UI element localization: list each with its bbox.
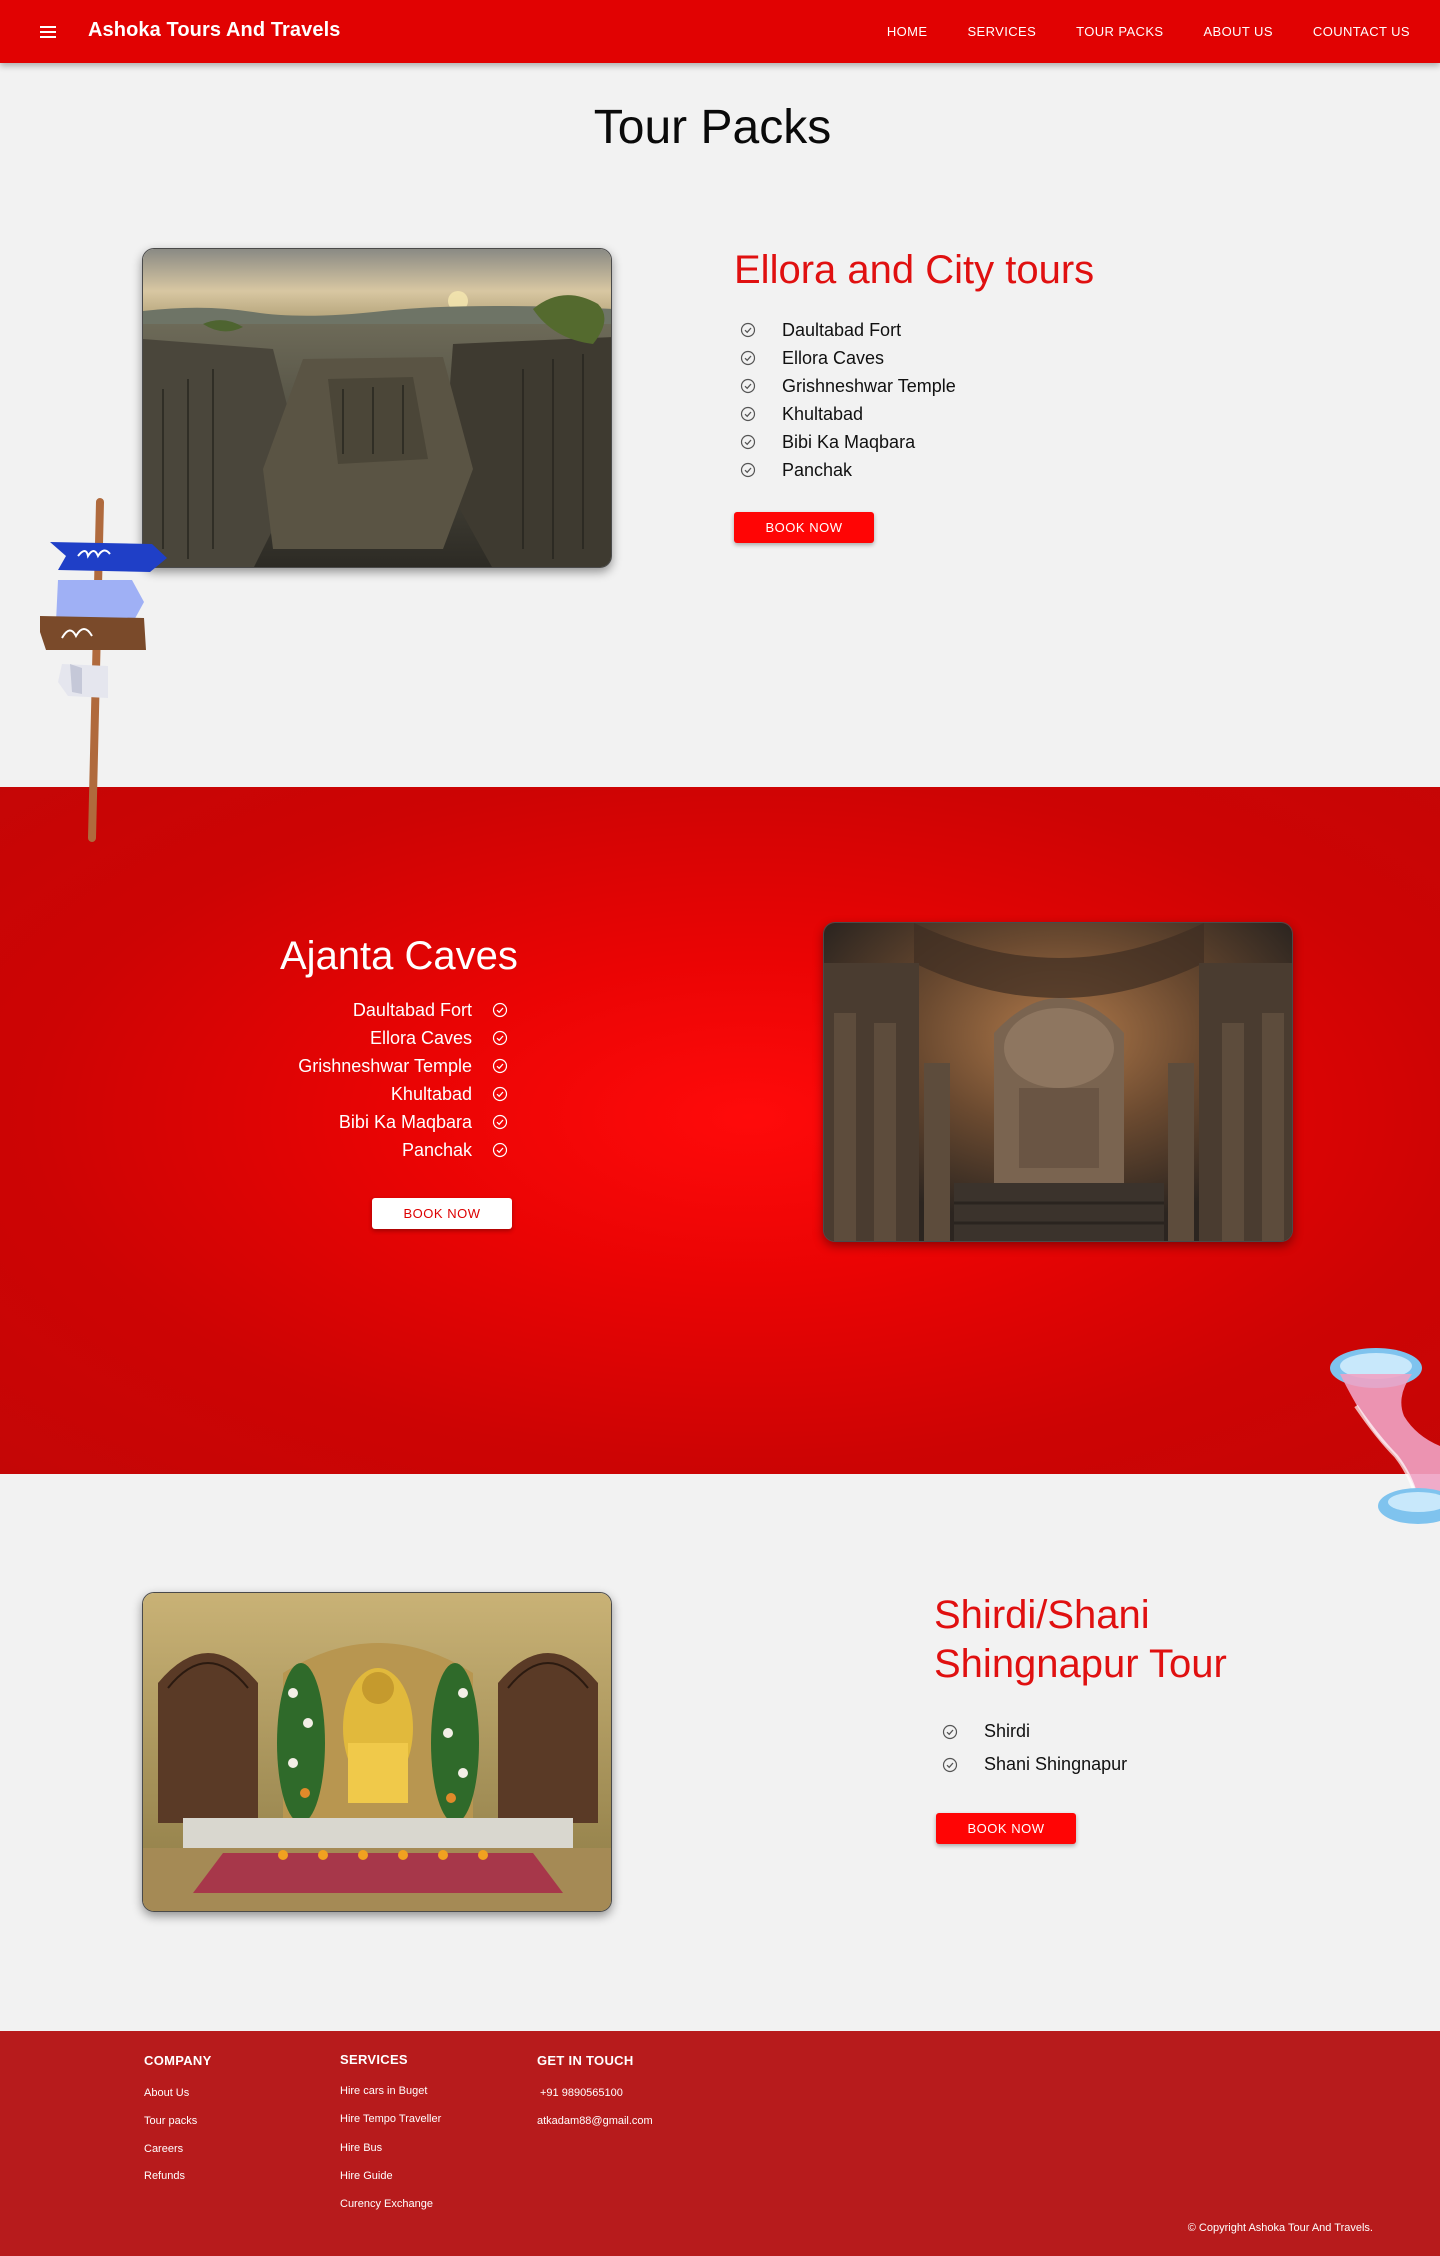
tour-title-line: Shirdi/Shani: [934, 1593, 1150, 1637]
nav-tour-packs[interactable]: TOUR PACKS: [1056, 24, 1183, 39]
top-app-bar: Ashoka Tours And Travels HOME SERVICES T…: [0, 0, 1440, 63]
list-item: Grishneshwar Temple: [200, 1052, 508, 1080]
check-circle-icon: [492, 1002, 508, 1018]
footer-link-hire-guide[interactable]: Hire Guide: [340, 2170, 393, 2182]
check-circle-icon: [492, 1086, 508, 1102]
nav-home[interactable]: HOME: [867, 24, 948, 39]
list-item-label: Khultabad: [782, 403, 864, 424]
footer-link-hire-tempo[interactable]: Hire Tempo Traveller: [340, 2113, 441, 2125]
list-item-label: Shirdi: [984, 1721, 1031, 1741]
main-nav: HOME SERVICES TOUR PACKS ABOUT US COUNTA…: [867, 0, 1440, 63]
copyright-text: © Copyright Ashoka Tour And Travels.: [1187, 2222, 1373, 2234]
menu-icon[interactable]: [36, 20, 60, 44]
check-circle-icon: [740, 462, 756, 478]
hourglass-illustration: [1330, 1348, 1440, 1524]
ajanta-caves-photo: [823, 922, 1293, 1242]
tour-title-ajanta: Ajanta Caves: [280, 934, 518, 978]
list-item-label: Bibi Ka Maqbara: [782, 431, 916, 452]
list-item-label: Shani Shingnapur: [984, 1754, 1128, 1774]
list-item: Ellora Caves: [200, 1024, 508, 1052]
list-item-label: Daultabad Fort: [352, 999, 472, 1020]
nav-contact-us[interactable]: COUNTACT US: [1293, 24, 1440, 39]
list-item-label: Khultabad: [390, 1083, 472, 1104]
shirdi-temple-photo: [142, 1592, 612, 1912]
list-item: Panchak: [200, 1136, 508, 1164]
tour-title-shirdi: Shirdi/Shani Shingnapur Tour: [934, 1591, 1227, 1689]
check-circle-icon: [942, 1724, 958, 1739]
book-now-button-shirdi[interactable]: BOOK NOW: [936, 1813, 1076, 1844]
footer-link-about-us[interactable]: About Us: [144, 2087, 189, 2099]
nav-about-us[interactable]: ABOUT US: [1183, 24, 1292, 39]
footer-link-careers[interactable]: Careers: [144, 2143, 183, 2155]
list-item-label: Ellora Caves: [782, 347, 885, 368]
list-item: Daultabad Fort: [200, 996, 508, 1024]
footer-link-refunds[interactable]: Refunds: [144, 2170, 185, 2182]
list-item-label: Bibi Ka Maqbara: [338, 1111, 472, 1132]
list-item: Bibi Ka Maqbara: [740, 428, 956, 456]
check-circle-icon: [740, 322, 756, 338]
footer-heading: SERVICES: [340, 2052, 408, 2067]
book-now-button-ellora[interactable]: BOOK NOW: [734, 512, 874, 543]
footer-link-hire-cars[interactable]: Hire cars in Buget: [340, 2085, 427, 2097]
list-item-label: Grishneshwar Temple: [298, 1055, 472, 1076]
book-now-button-ajanta[interactable]: BOOK NOW: [372, 1198, 512, 1229]
footer-link-tour-packs[interactable]: Tour packs: [144, 2115, 197, 2127]
check-circle-icon: [740, 378, 756, 394]
check-circle-icon: [740, 406, 756, 422]
footer-email[interactable]: atkadam88@gmail.com: [537, 2115, 653, 2127]
footer-contact-column: GET IN TOUCH: [537, 2053, 634, 2068]
list-item: Khultabad: [740, 400, 956, 428]
check-circle-icon: [492, 1058, 508, 1074]
shirdi-itinerary-list: Shirdi Shani Shingnapur: [942, 1715, 1127, 1781]
footer-link-hire-bus[interactable]: Hire Bus: [340, 2142, 382, 2154]
footer-phone[interactable]: +91 9890565100: [540, 2087, 623, 2099]
footer-heading: GET IN TOUCH: [537, 2053, 634, 2068]
footer-company-column: COMPANY: [144, 2053, 212, 2068]
ellora-itinerary-list: Daultabad Fort Ellora Caves Grishneshwar…: [740, 316, 956, 484]
footer-services-column: SERVICES: [340, 2052, 408, 2067]
list-item-label: Grishneshwar Temple: [782, 375, 956, 396]
ellora-caves-photo: [142, 248, 612, 568]
ajanta-itinerary-list: Daultabad Fort Ellora Caves Grishneshwar…: [200, 996, 508, 1164]
brand-title[interactable]: Ashoka Tours And Travels: [88, 19, 340, 42]
check-circle-icon: [740, 434, 756, 450]
list-item: Grishneshwar Temple: [740, 372, 956, 400]
list-item: Shani Shingnapur: [942, 1748, 1127, 1781]
check-circle-icon: [942, 1757, 958, 1772]
list-item: Shirdi: [942, 1715, 1127, 1748]
check-circle-icon: [492, 1030, 508, 1046]
list-item-label: Panchak: [401, 1139, 472, 1160]
list-item-label: Panchak: [782, 459, 853, 480]
page-title: Tour Packs: [593, 101, 832, 154]
footer-link-currency-exchange[interactable]: Curency Exchange: [340, 2198, 433, 2210]
footer-heading: COMPANY: [144, 2053, 212, 2068]
tour-title-line: Shingnapur Tour: [934, 1641, 1227, 1686]
signpost-illustration: [40, 498, 167, 842]
list-item: Daultabad Fort: [740, 316, 956, 344]
check-circle-icon: [492, 1142, 508, 1158]
check-circle-icon: [740, 350, 756, 366]
list-item: Ellora Caves: [740, 344, 956, 372]
nav-services[interactable]: SERVICES: [947, 24, 1056, 39]
list-item: Bibi Ka Maqbara: [200, 1108, 508, 1136]
tour-title-ellora: Ellora and City tours: [734, 248, 1095, 292]
list-item: Panchak: [740, 456, 956, 484]
list-item-label: Daultabad Fort: [782, 319, 902, 340]
check-circle-icon: [492, 1114, 508, 1130]
list-item-label: Ellora Caves: [369, 1027, 472, 1048]
list-item: Khultabad: [200, 1080, 508, 1108]
